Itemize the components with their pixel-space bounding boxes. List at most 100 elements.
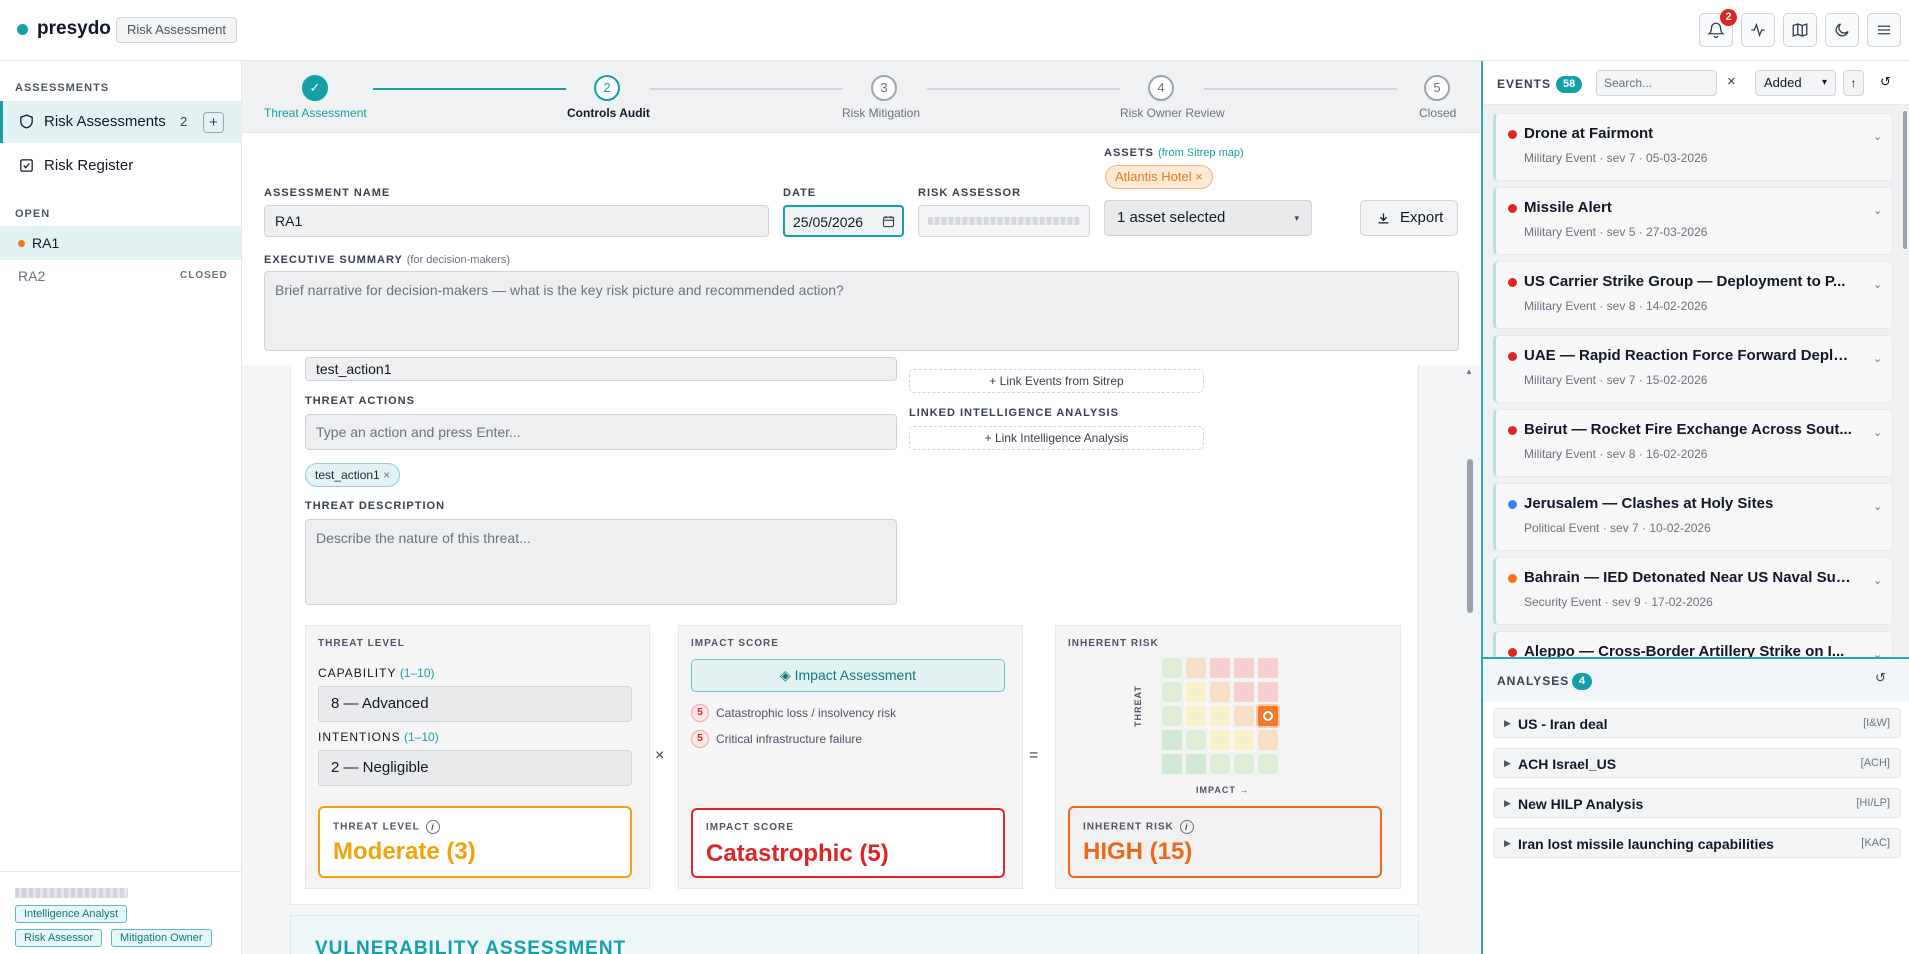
chevron-down-icon[interactable]: ⌄ [1873,278,1882,291]
analysis-item[interactable]: ▶ ACH Israel_US [ACH] [1493,748,1901,778]
chevron-down-icon[interactable]: ⌄ [1873,204,1882,217]
expand-arrow-icon[interactable]: ▶ [1504,758,1511,769]
date-label: DATE [783,187,817,199]
events-list[interactable]: Drone at Fairmont Military Event · sev 7 … [1483,105,1909,657]
step-3-label[interactable]: Risk Mitigation [842,106,920,120]
chevron-down-icon[interactable]: ⌄ [1873,648,1882,657]
analysis-item[interactable]: ▶ US - Iran deal [I&W] [1493,708,1901,738]
chevron-down-icon[interactable]: ⌄ [1873,352,1882,365]
analysis-item[interactable]: ▶ Iran lost missile launching capabilitie… [1493,828,1901,858]
assessment-item-ra1[interactable]: RA1 [0,226,241,260]
event-card[interactable]: Jerusalem — Clashes at Holy Sites Politic… [1493,483,1893,551]
events-sort-select[interactable]: Added ▾ [1755,70,1836,96]
analysis-type: [KAC] [1861,837,1890,849]
role-badge: Risk Assessor [15,929,103,947]
calendar-icon[interactable] [881,214,896,229]
step-5-label[interactable]: Closed [1419,106,1456,120]
scrollbar[interactable]: ▲ [1464,365,1474,954]
matrix-cell [1210,730,1230,750]
threat-description-textarea[interactable]: Describe the nature of this threat... [305,519,897,605]
impact-score-panel: IMPACT SCORE ◈ Impact Assessment 5 Catas… [678,625,1023,889]
event-card[interactable]: Beirut — Rocket Fire Exchange Across Sou… [1493,409,1893,477]
intentions-select[interactable]: 2 — Negligible [318,750,632,786]
chevron-down-icon[interactable]: ⌄ [1873,574,1882,587]
logo-icon [17,24,28,35]
step-4-circle[interactable]: 4 [1148,75,1174,101]
sort-direction-button[interactable]: ↑ [1843,70,1864,96]
expand-arrow-icon[interactable]: ▶ [1504,838,1511,849]
menu-button[interactable] [1867,13,1901,47]
remove-asset-icon[interactable]: × [1195,169,1203,184]
step-2-circle[interactable]: 2 [594,75,620,101]
analysis-title: Iran lost missile launching capabilities [1518,836,1774,852]
sidebar-item-risk-assessments[interactable]: Risk Assessments 2 + [0,101,241,143]
risk-assessor-input[interactable] [918,205,1090,237]
threat-section-scroll[interactable]: test_action1 THREAT ACTIONS Type an acti… [242,357,1480,954]
assessment-name-input[interactable]: RA1 [264,205,769,237]
event-card[interactable]: Aleppo — Cross-Border Artillery Strike o… [1493,631,1893,657]
clear-search-icon[interactable]: × [1727,73,1736,90]
info-icon[interactable]: i [1179,820,1194,834]
theme-toggle-button[interactable] [1825,13,1859,47]
chevron-down-icon[interactable]: ⌄ [1873,426,1882,439]
asset-select[interactable]: 1 asset selected ▾ [1104,200,1312,236]
activity-button[interactable] [1741,13,1775,47]
chevron-down-icon[interactable]: ⌄ [1873,500,1882,513]
link-intelligence-button[interactable]: + Link Intelligence Analysis [909,426,1204,450]
analyses-list: ▶ US - Iran deal [I&W] ▶ ACH Israel_US [ACH] ▶… [1483,701,1909,954]
asset-chip[interactable]: Atlantis Hotel × [1105,165,1213,189]
top-bar: presydo Risk Assessment 2 [0,0,1909,61]
add-assessment-button[interactable]: + [203,112,224,133]
analysis-item[interactable]: ▶ New HILP Analysis [HI/LP] [1493,788,1901,818]
analyses-count: 4 [1572,673,1593,690]
events-search-input[interactable]: Search... [1596,70,1717,96]
assessor-redacted [928,217,1080,225]
threat-actions-input[interactable]: Type an action and press Enter... [305,414,897,450]
event-card[interactable]: Bahrain — IED Detonated Near US Naval Su… [1493,557,1893,625]
analysis-title: New HILP Analysis [1518,796,1644,812]
impact-assessment-button[interactable]: ◈ Impact Assessment [691,659,1005,692]
remove-tag-icon[interactable]: × [383,468,390,482]
assessment-form: ASSETS (from Sitrep map) Atlantis Hotel … [242,133,1480,365]
event-card[interactable]: UAE — Rapid Reaction Force Forward Deplo… [1493,335,1893,403]
step-1-circle[interactable]: ✓ [302,75,328,101]
expand-arrow-icon[interactable]: ▶ [1504,798,1511,809]
step-5-circle[interactable]: 5 [1424,75,1450,101]
scroll-up-icon[interactable]: ▲ [1465,367,1473,376]
refresh-events-button[interactable]: ↺ [1875,70,1896,96]
impact-item-score: 5 [691,704,709,722]
chevron-down-icon[interactable]: ⌄ [1873,130,1882,143]
sidebar-item-risk-register[interactable]: Risk Register [0,145,241,187]
step-3-circle[interactable]: 3 [871,75,897,101]
event-card[interactable]: Missile Alert Military Event · sev 5 · 27… [1493,187,1893,255]
events-header: EVENTS 58 Search... × Added ▾ ↑ ↺ [1483,61,1909,105]
event-card[interactable]: US Carrier Strike Group — Deployment to … [1493,261,1893,329]
scrollbar-thumb[interactable] [1467,459,1473,613]
previous-field-input[interactable]: test_action1 [305,357,897,381]
marker-dot [1263,711,1273,721]
app-logo[interactable]: presydo [37,18,111,40]
assessment-name-label: ASSESSMENT NAME [264,187,391,199]
vulnerability-assessment-section[interactable]: VULNERABILITY ASSESSMENT [290,915,1419,954]
step-4-label[interactable]: Risk Owner Review [1120,106,1225,120]
status-badge: CLOSED [180,270,228,281]
date-input[interactable]: 25/05/2026 [783,205,904,237]
export-button[interactable]: Export [1360,200,1458,236]
expand-arrow-icon[interactable]: ▶ [1504,718,1511,729]
step-1-label[interactable]: Threat Assessment [264,106,367,120]
assessment-item-ra2[interactable]: RA2 CLOSED [0,259,241,293]
sidebar-item-label: Risk Register [44,157,134,174]
info-icon[interactable]: i [425,820,440,834]
event-card[interactable]: Drone at Fairmont Military Event · sev 7 … [1493,113,1893,181]
action-tag[interactable]: test_action1 × [305,463,401,487]
step-2-label[interactable]: Controls Audit [567,106,650,120]
map-button[interactable] [1783,13,1817,47]
threat-description-label: THREAT DESCRIPTION [305,500,446,512]
executive-summary-textarea[interactable]: Brief narrative for decision-makers — wh… [264,271,1459,351]
link-events-button[interactable]: + Link Events from Sitrep [909,369,1204,393]
capability-select[interactable]: 8 — Advanced [318,686,632,722]
event-title: US Carrier Strike Group — Deployment to … [1524,273,1846,290]
severity-dot [1508,426,1517,435]
events-scrollbar-thumb[interactable] [1903,111,1907,249]
refresh-analyses-button[interactable]: ↺ [1875,670,1886,686]
